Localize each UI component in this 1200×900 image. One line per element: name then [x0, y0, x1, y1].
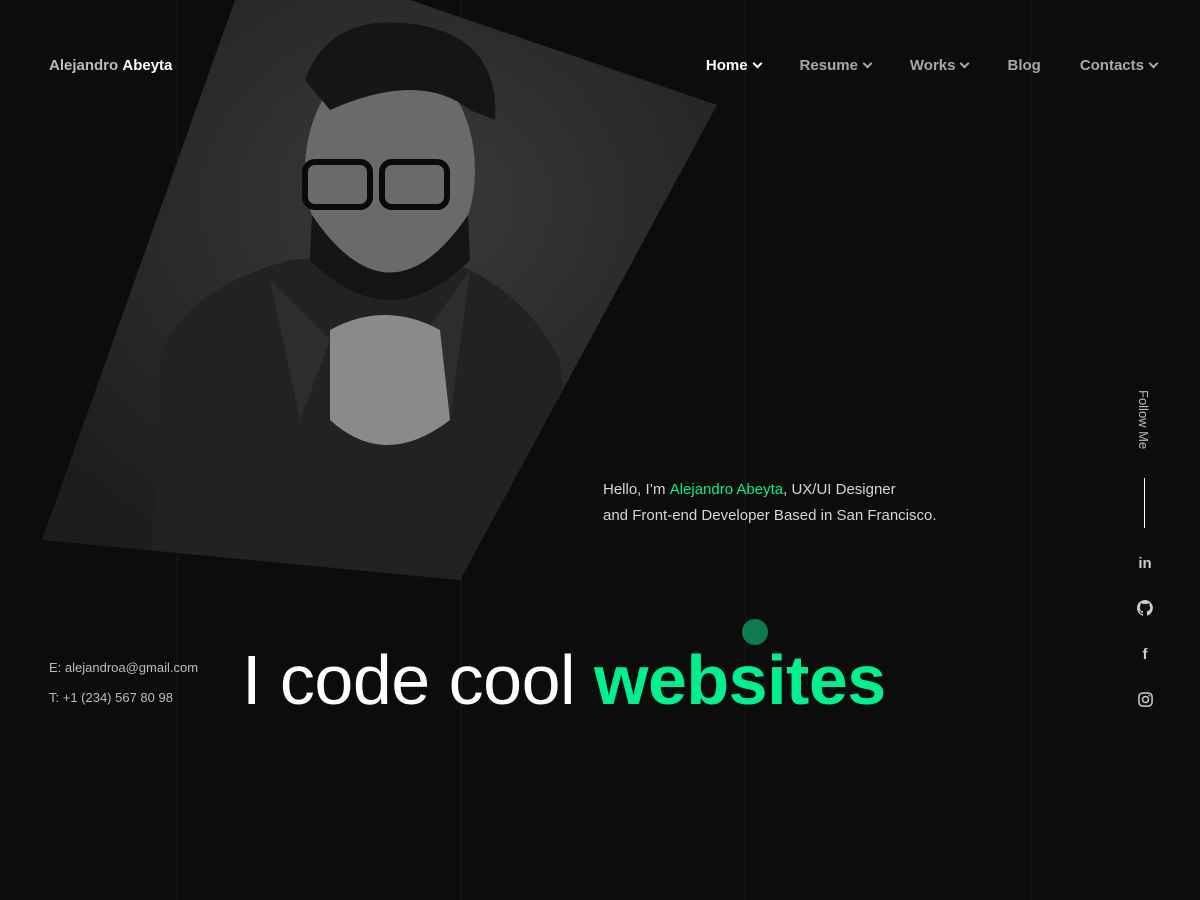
logo-last: Abeyta	[122, 57, 173, 74]
instagram-icon[interactable]	[1135, 689, 1155, 709]
chevron-down-icon	[960, 58, 970, 69]
intro-prefix: Hello, I’m	[603, 481, 670, 498]
nav-label: Contacts	[1079, 57, 1144, 74]
site-logo[interactable]: Alejandro Abeyta	[49, 57, 172, 74]
chevron-down-icon	[1148, 58, 1159, 69]
linkedin-icon[interactable]: in	[1135, 553, 1155, 573]
facebook-icon[interactable]: f	[1135, 644, 1155, 664]
intro-suffix: , UX/UI Designer	[783, 481, 896, 498]
chevron-down-icon	[862, 58, 873, 69]
follow-me-label: Follow Me	[1136, 390, 1151, 450]
main-nav: Home Resume Works Blog Contacts	[667, 57, 1159, 74]
intro-name: Alejandro Abeyta	[669, 481, 784, 498]
chevron-down-icon	[752, 58, 762, 69]
nav-label: Blog	[1007, 57, 1041, 74]
nav-blog[interactable]: Blog	[1007, 57, 1040, 74]
logo-first: Alejandro	[49, 57, 119, 74]
nav-contacts[interactable]: Contacts	[1079, 57, 1159, 74]
intro-line2: and Front-end Developer Based in San Fra…	[603, 507, 937, 524]
follow-divider	[1144, 478, 1145, 528]
grid-line	[1030, 0, 1031, 900]
nav-label: Works	[909, 57, 956, 74]
headline-accent: websites	[594, 641, 886, 719]
nav-home[interactable]: Home	[705, 57, 762, 74]
headline: I code cool websites	[242, 640, 886, 720]
nav-works[interactable]: Works	[909, 57, 970, 74]
contact-email[interactable]: E: alejandroa@gmail.com	[49, 660, 198, 675]
intro-text: Hello, I’m Alejandro Abeyta, UX/UI Desig…	[603, 477, 937, 529]
github-icon[interactable]	[1135, 598, 1155, 618]
nav-label: Home	[705, 57, 748, 74]
nav-resume[interactable]: Resume	[799, 57, 873, 74]
contact-phone[interactable]: T: +1 (234) 567 80 98	[49, 690, 173, 705]
nav-label: Resume	[799, 57, 858, 74]
headline-text: I code cool	[242, 641, 594, 719]
